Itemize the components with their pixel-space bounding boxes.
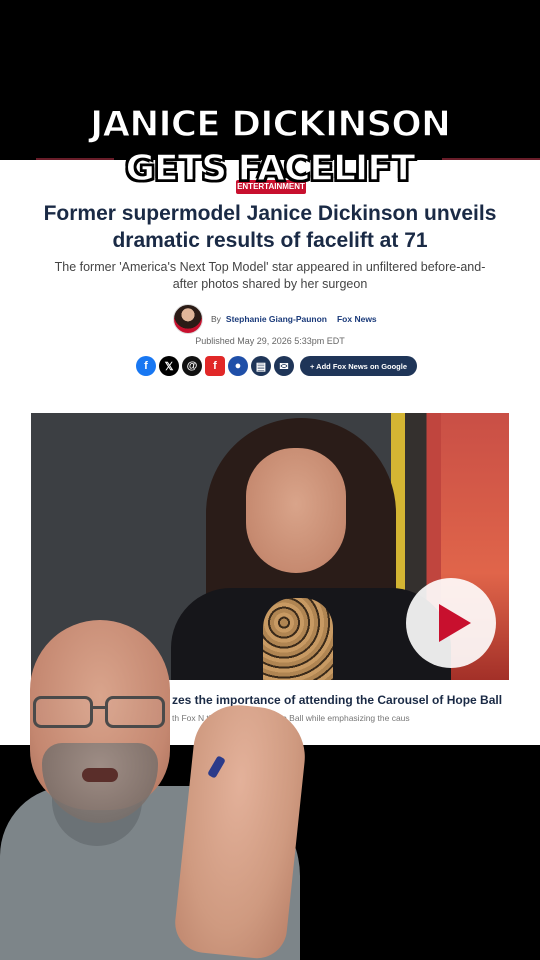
- presenter-mouth: [82, 768, 118, 782]
- facebook-icon[interactable]: f: [136, 356, 156, 376]
- play-icon: [439, 604, 471, 642]
- byline: By Stephanie Giang-Paunon Fox News: [173, 304, 377, 334]
- outlet-link[interactable]: Fox News: [337, 314, 377, 324]
- overlay-title-line1: JANICE DICKINSON: [89, 103, 452, 145]
- author-avatar: [173, 304, 203, 334]
- published-date: Published May 29, 2026 5:33pm EDT: [195, 336, 345, 346]
- overlay-title-line2: GETS FACELIFT: [125, 147, 416, 189]
- x-icon[interactable]: 𝕏: [159, 356, 179, 376]
- threads-icon[interactable]: @: [182, 356, 202, 376]
- comment-icon[interactable]: ●: [228, 356, 248, 376]
- print-icon[interactable]: ▤: [251, 356, 271, 376]
- share-bar: f 𝕏 @ f ● ▤ ✉ + Add Fox News on Google: [136, 356, 418, 376]
- subject-face: [246, 448, 346, 573]
- play-button[interactable]: [406, 578, 496, 668]
- flipboard-icon[interactable]: f: [205, 356, 225, 376]
- email-icon[interactable]: ✉: [274, 356, 294, 376]
- article-headline: Former supermodel Janice Dickinson unvei…: [43, 202, 497, 252]
- add-fox-news-on-google-button[interactable]: + Add Fox News on Google: [300, 356, 418, 376]
- byline-prefix: By: [211, 314, 221, 324]
- glasses-icon: [33, 696, 168, 730]
- article-subhead: The former 'America's Next Top Model' st…: [54, 260, 486, 291]
- presenter-overlay: [0, 618, 310, 960]
- author-link[interactable]: Stephanie Giang-Paunon: [226, 314, 327, 324]
